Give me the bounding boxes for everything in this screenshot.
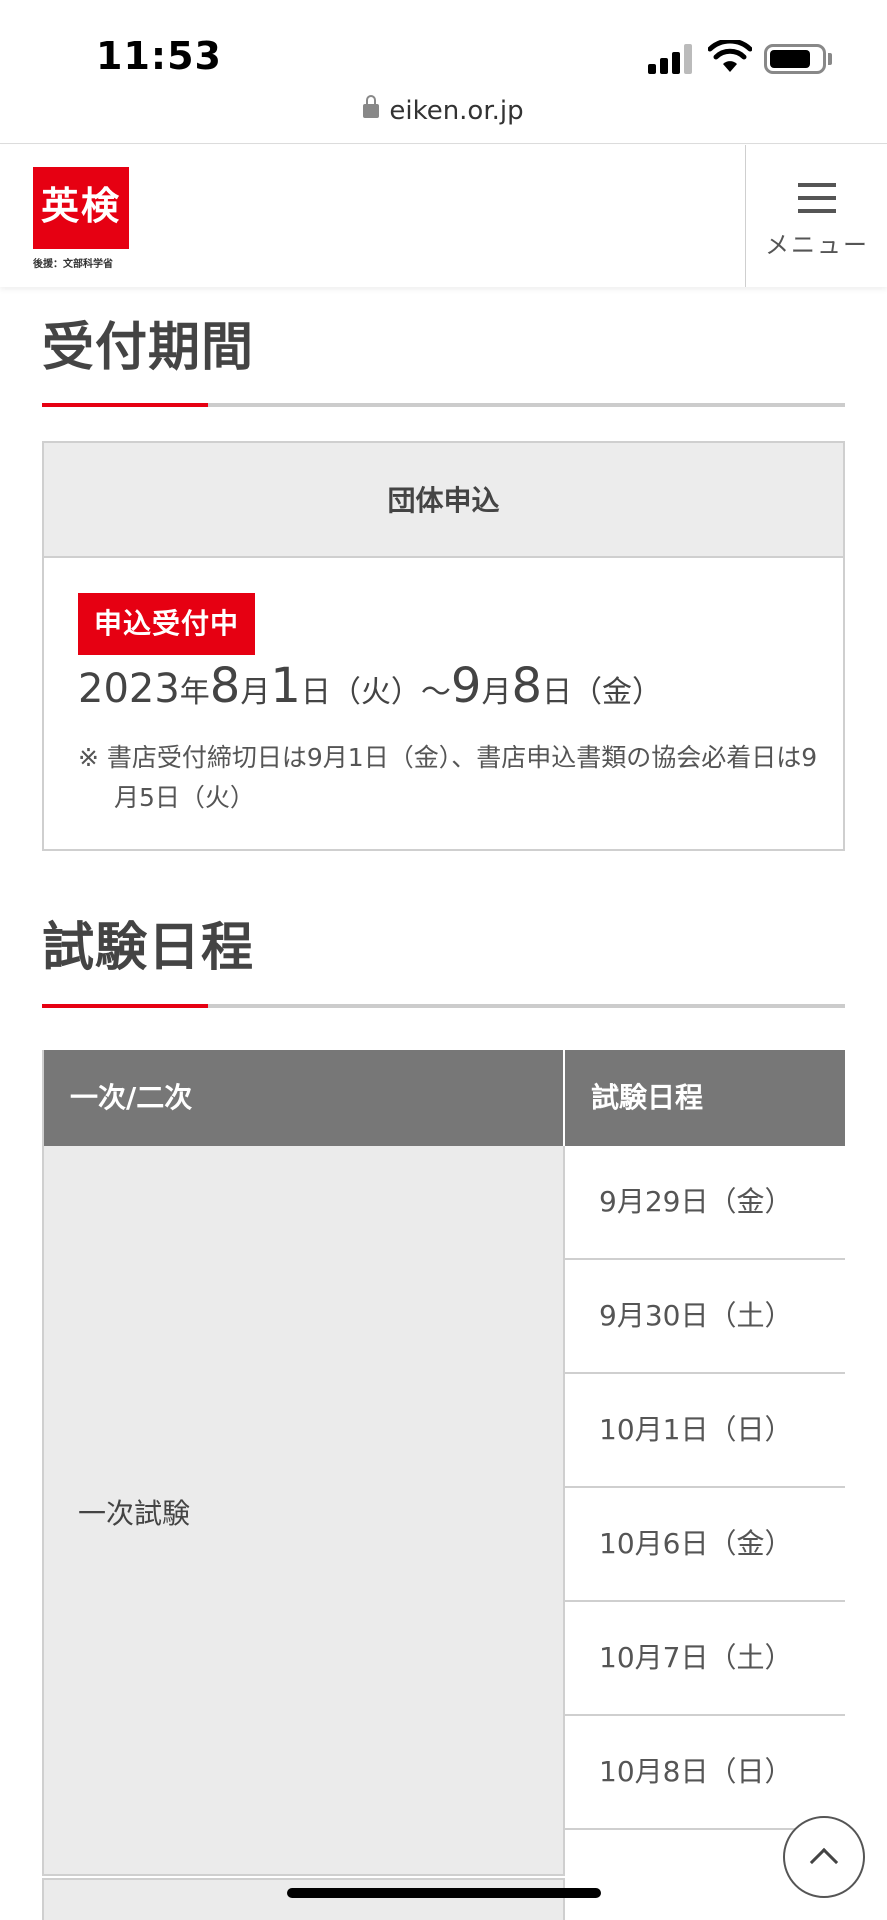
menu-label: メニュー xyxy=(765,231,869,259)
menu-button[interactable]: メニュー xyxy=(745,145,887,287)
status-time: 11:53 xyxy=(96,34,222,78)
section-divider xyxy=(42,403,845,407)
stage-cell: 一次試験 xyxy=(42,1146,565,1876)
logo-subtext: 後援：文部科学省 xyxy=(33,259,113,270)
table-row: 9月29日（金） xyxy=(565,1146,845,1260)
section-divider xyxy=(42,1004,845,1008)
first-stage-label: 一次試験 xyxy=(78,1497,191,1530)
home-indicator[interactable] xyxy=(287,1888,601,1898)
column-header-date: 試験日程 xyxy=(565,1050,845,1146)
column-header-stage: 一次/二次 xyxy=(42,1050,563,1146)
lock-icon xyxy=(363,94,380,118)
table-row: 10月8日（日） xyxy=(565,1716,845,1830)
url-text: eiken.or.jp xyxy=(389,96,524,126)
table-row: 10月7日（土） xyxy=(565,1602,845,1716)
site-header: 英検 後援：文部科学省 メニュー xyxy=(0,145,887,287)
hamburger-icon xyxy=(798,183,836,213)
eiken-logo[interactable]: 英検 xyxy=(33,167,129,249)
table-row: 10月1日（日） xyxy=(565,1374,845,1488)
reception-box: 団体申込 申込受付中 2023年8月1日（火）～9月8日（金） ※ 書店受付締切… xyxy=(42,441,845,851)
reception-box-header: 団体申込 xyxy=(44,443,843,558)
scroll-to-top-button[interactable] xyxy=(783,1816,865,1898)
status-bar: 11:53 xyxy=(0,0,887,92)
reception-section-title: 受付期間 xyxy=(42,318,255,378)
status-badge: 申込受付中 xyxy=(78,593,256,655)
next-stage-cell xyxy=(42,1878,565,1920)
battery-icon xyxy=(764,44,826,74)
reception-note: ※ 書店受付締切日は9月1日（金）、書店申込書類の協会必着日は9月5日（火） xyxy=(78,743,818,812)
address-bar[interactable]: eiken.or.jp xyxy=(0,92,887,144)
reception-date-range: 2023年8月1日（火）～9月8日（金） xyxy=(78,658,662,714)
table-row: 10月6日（金） xyxy=(565,1488,845,1602)
cellular-signal-icon xyxy=(648,44,692,74)
table-row: 9月30日（土） xyxy=(565,1260,845,1374)
chevron-up-icon xyxy=(809,1847,839,1877)
wifi-icon xyxy=(708,40,752,72)
schedule-section-title: 試験日程 xyxy=(42,918,255,978)
